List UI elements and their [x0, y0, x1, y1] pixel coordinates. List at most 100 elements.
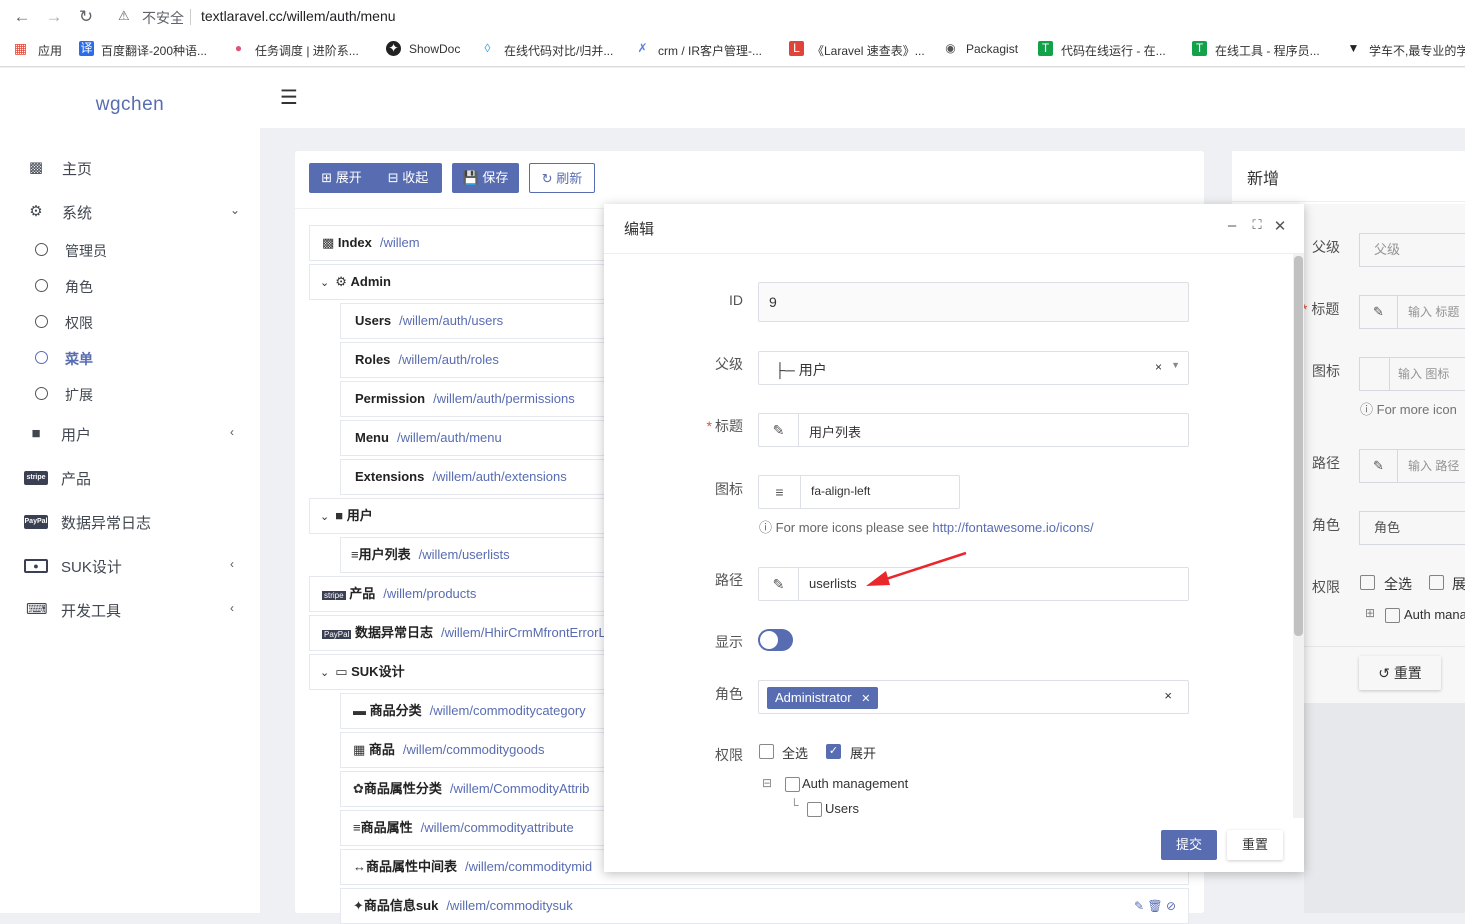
chevron-left-icon: ‹ — [230, 601, 234, 615]
browser-toolbar: ← → ↻ ⚠ 不安全 textlaravel.cc/willem/auth/m… — [0, 0, 1465, 34]
tree-row-path[interactable]: /willem/auth/extensions — [432, 469, 566, 484]
tree-row-path[interactable]: /willem/auth/roles — [398, 352, 498, 367]
collapse-button[interactable]: ⊟ 收起 — [374, 163, 442, 193]
circle-icon — [35, 351, 48, 364]
sidebar-item-suk[interactable]: ● SUK设计 ‹ — [0, 551, 260, 581]
menu-toggle-icon[interactable]: ☰ — [280, 85, 298, 110]
bookmark-item[interactable]: 应用 — [38, 42, 62, 59]
close-icon[interactable]: ✕ — [1272, 217, 1288, 235]
bookmark-item[interactable]: 任务调度 | 进阶系... — [255, 42, 359, 59]
bookmark-item[interactable]: crm / IR客户管理-... — [658, 42, 762, 59]
submit-button[interactable]: 提交 — [1161, 830, 1217, 860]
edit-icon[interactable]: ✎ — [1134, 899, 1144, 913]
users-checkbox[interactable] — [807, 802, 822, 817]
back-icon[interactable]: ← — [11, 6, 33, 28]
id-input[interactable]: 9 — [758, 282, 1189, 322]
auth-management-checkbox[interactable] — [785, 777, 800, 792]
apps-icon[interactable]: ▦ — [13, 41, 28, 56]
scroll-thumb[interactable] — [1294, 256, 1303, 636]
select-all-label: 全选 — [782, 746, 809, 761]
tree-row-path[interactable]: /willem/HhirCrmMfrontErrorL — [441, 625, 606, 640]
tree-row-path[interactable]: /willem/commoditymid — [465, 859, 592, 874]
dropdown-arrow-icon[interactable]: ▼ — [1171, 360, 1180, 370]
save-button[interactable]: 💾 保存 — [452, 163, 519, 193]
pencil-icon: ✎ — [759, 414, 799, 446]
forward-icon[interactable]: → — [43, 6, 65, 28]
tree-row-title: Admin — [350, 274, 391, 289]
reload-icon[interactable]: ↻ — [75, 6, 97, 28]
align-left-icon: ≡ — [759, 476, 801, 508]
sidebar-item-system[interactable]: ⚙ 系统 ⌄ — [0, 197, 260, 227]
bookmark-favicon: ✗ — [637, 41, 648, 55]
brand-logo[interactable]: wgchen — [0, 94, 260, 116]
sidebar-item-dev-tools[interactable]: ⌨ 开发工具 ‹ — [0, 595, 260, 625]
bookmark-item[interactable]: 在线代码对比/归并... — [504, 42, 613, 59]
address-bar[interactable]: textlaravel.cc/willem/auth/menu — [201, 8, 396, 24]
expand-button[interactable]: ⊞ 展开 — [309, 163, 374, 193]
parent-label: 父级 — [715, 356, 743, 372]
tree-row-path[interactable]: /willem/commoditycategory — [430, 703, 586, 718]
sidebar-subitem-admins[interactable]: 管理员 — [0, 236, 260, 264]
clear-icon[interactable]: × — [1155, 360, 1162, 374]
sidebar-subitem-permissions[interactable]: 权限 — [0, 308, 260, 336]
tree-row-path[interactable]: /willem/commodityattribute — [421, 820, 574, 835]
tree-row-path[interactable]: /willem/auth/users — [399, 313, 503, 328]
tree-row-path[interactable]: /willem/commoditygoods — [403, 742, 545, 757]
sidebar-subitem-menu[interactable]: 菜单 — [0, 344, 260, 372]
bookmark-item[interactable]: 在线工具 - 程序员... — [1215, 42, 1320, 59]
refresh-button[interactable]: ↻ 刷新 — [529, 163, 595, 193]
parent-select[interactable]: ├─ 用户 × ▼ — [758, 351, 1189, 385]
chevron-down-icon[interactable]: ⌄ — [320, 277, 329, 289]
tree-row-path[interactable]: /willem/auth/permissions — [433, 391, 575, 406]
chevron-down-icon[interactable]: ⌄ — [320, 667, 329, 679]
tree-row-path[interactable]: /willem/products — [383, 586, 476, 601]
tree-toggle-icon[interactable]: ⊟ — [762, 776, 772, 790]
role-label: 角色 — [715, 686, 743, 702]
maximize-icon[interactable]: ⛶ — [1249, 217, 1265, 233]
annotation-arrow — [866, 551, 967, 586]
trash-icon[interactable]: 🗑 — [1147, 899, 1162, 913]
eye-slash-icon[interactable]: ⊘ — [1166, 899, 1176, 913]
title-value: 用户列表 — [809, 425, 862, 440]
bookmark-item[interactable]: 《Laravel 速查表》... — [812, 42, 925, 59]
bookmark-item[interactable]: Packagist — [966, 42, 1018, 56]
minimize-icon[interactable]: – — [1224, 217, 1240, 234]
expand-checkbox[interactable]: ✓ — [826, 744, 841, 759]
bookmark-item[interactable]: 百度翻译-200种语... — [101, 42, 207, 59]
tree-row-path[interactable]: /willem — [380, 235, 420, 250]
sidebar-item-users[interactable]: ■ 用户 ‹ — [0, 419, 260, 449]
title-input[interactable]: ✎ 用户列表 — [758, 413, 1189, 447]
path-input[interactable]: ✎ userlists — [758, 567, 1189, 601]
tree-row-path[interactable]: /willem/userlists — [419, 547, 510, 562]
sidebar-item-home[interactable]: ▩ 主页 — [0, 153, 260, 183]
tree-row-commodity-suk[interactable]: ✦商品信息suk/willem/commoditysuk ✎ 🗑 ⊘ — [340, 888, 1189, 924]
tree-row-path[interactable]: /willem/auth/menu — [397, 430, 502, 445]
show-toggle[interactable] — [758, 629, 793, 651]
bookmark-item[interactable]: 代码在线运行 - 在... — [1061, 42, 1166, 59]
bookmark-item[interactable]: ShowDoc — [409, 42, 460, 56]
show-label: 显示 — [715, 634, 743, 650]
tree-row-path[interactable]: /willem/commoditysuk — [446, 898, 572, 913]
fontawesome-link[interactable]: http://fontawesome.io/icons/ — [932, 520, 1093, 535]
sidebar-subitem-roles[interactable]: 角色 — [0, 272, 260, 300]
sidebar-item-products[interactable]: stripe 产品 — [0, 463, 260, 493]
modal-scrollbar[interactable] — [1293, 254, 1304, 818]
remove-tag-icon[interactable]: ✕ — [861, 693, 870, 705]
clear-icon[interactable]: × — [1164, 688, 1172, 703]
chevron-left-icon: ‹ — [230, 557, 234, 571]
title-label: * 标题 — [706, 418, 743, 434]
reset-button[interactable]: 重置 — [1227, 830, 1283, 860]
bookmark-favicon: T — [1038, 41, 1053, 56]
chevron-down-icon[interactable]: ⌄ — [320, 511, 329, 523]
modal-title: 编辑 — [624, 221, 655, 238]
collapse-label: 收起 — [402, 170, 429, 185]
bookmark-item[interactable]: 学车不,最专业的学 — [1369, 42, 1465, 59]
sidebar-subitem-extensions[interactable]: 扩展 — [0, 380, 260, 408]
sidebar-item-error-logs[interactable]: PayPal 数据异常日志 — [0, 507, 260, 537]
role-select[interactable]: Administrator ✕ × — [758, 680, 1189, 714]
parent-value: ├─ 用户 — [775, 362, 827, 378]
select-all-checkbox[interactable] — [759, 744, 774, 759]
tree-row-title: 产品 — [349, 586, 376, 601]
tree-row-path[interactable]: /willem/CommodityAttrib — [450, 781, 589, 796]
icon-input[interactable]: ≡ fa-align-left — [758, 475, 960, 509]
